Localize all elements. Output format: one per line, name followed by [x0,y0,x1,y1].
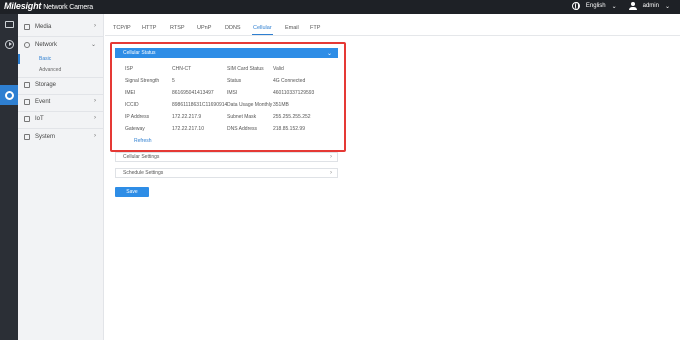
event-icon [24,99,30,105]
play-icon [4,39,14,49]
network-tabs: TCP/IP HTTP RTSP UPnP DDNS Cellular Emai… [105,22,680,36]
menu-item-media[interactable]: Media › [18,20,104,34]
tab-rtsp[interactable]: RTSP [170,25,185,35]
chevron-right-icon: › [330,170,332,176]
highlight-box [110,42,346,152]
panel-title: Schedule Settings [123,170,164,176]
storage-icon [24,82,30,88]
menu-item-storage[interactable]: Storage [18,78,104,92]
globe-icon [571,2,580,10]
tab-email[interactable]: Email [285,25,299,35]
chevron-right-icon: › [94,115,96,121]
top-bar: Milesight Network Camera English ⌄ admin … [0,0,680,14]
brand-name: Milesight [4,1,42,11]
menu-item-event[interactable]: Event › [18,95,104,109]
chevron-right-icon: › [330,154,332,160]
gear-icon [4,90,14,100]
tab-upnp[interactable]: UPnP [197,25,211,35]
network-icon [24,42,30,48]
system-icon [24,134,30,140]
chevron-right-icon: › [94,23,96,29]
menu-item-label: IoT [35,116,44,122]
monitor-icon [4,20,14,28]
user-icon [628,2,637,10]
menu-item-label: Storage [35,82,57,88]
icon-rail [0,14,18,340]
user-menu[interactable]: admin [643,3,659,9]
menu-item-label: Media [35,24,52,30]
tab-http[interactable]: HTTP [142,25,156,35]
rail-live-view[interactable] [0,14,18,34]
media-icon [24,24,30,30]
chevron-down-icon: ⌄ [611,3,617,10]
menu-item-network[interactable]: Network ⌄ [18,38,104,52]
tab-ftp[interactable]: FTP [310,25,320,35]
chevron-down-icon: ⌄ [664,3,670,10]
brand-logo: Milesight Network Camera [4,1,93,11]
divider [18,36,104,37]
schedule-settings-header[interactable]: Schedule Settings › [115,168,338,178]
product-name: Network Camera [43,4,93,11]
tab-cellular[interactable]: Cellular [252,25,273,35]
menu-item-label: System [35,134,56,140]
language-selector[interactable]: English [586,3,606,9]
rail-playback[interactable] [0,34,18,54]
submenu-item-basic[interactable]: Basic [18,54,104,64]
rail-settings[interactable] [0,85,18,105]
menu-item-system[interactable]: System › [18,130,104,144]
tab-tcpip[interactable]: TCP/IP [113,25,131,35]
submenu-item-advanced[interactable]: Advanced [18,65,104,75]
panel-title: Cellular Settings [123,154,160,160]
chevron-right-icon: › [94,133,96,139]
chevron-down-icon: ⌄ [90,42,96,48]
menu-item-iot[interactable]: IoT › [18,112,104,126]
cellular-settings-header[interactable]: Cellular Settings › [115,152,338,162]
menu-item-label: Network [35,42,58,48]
top-right-controls: English ⌄ admin ⌄ [571,2,670,10]
save-button[interactable]: Save [115,187,149,197]
iot-icon [24,116,30,122]
side-menu: Media › Network ⌄ Basic Advanced Storage… [18,14,104,340]
menu-item-label: Event [35,99,51,105]
tab-ddns[interactable]: DDNS [225,25,241,35]
chevron-right-icon: › [94,98,96,104]
divider [18,128,104,129]
